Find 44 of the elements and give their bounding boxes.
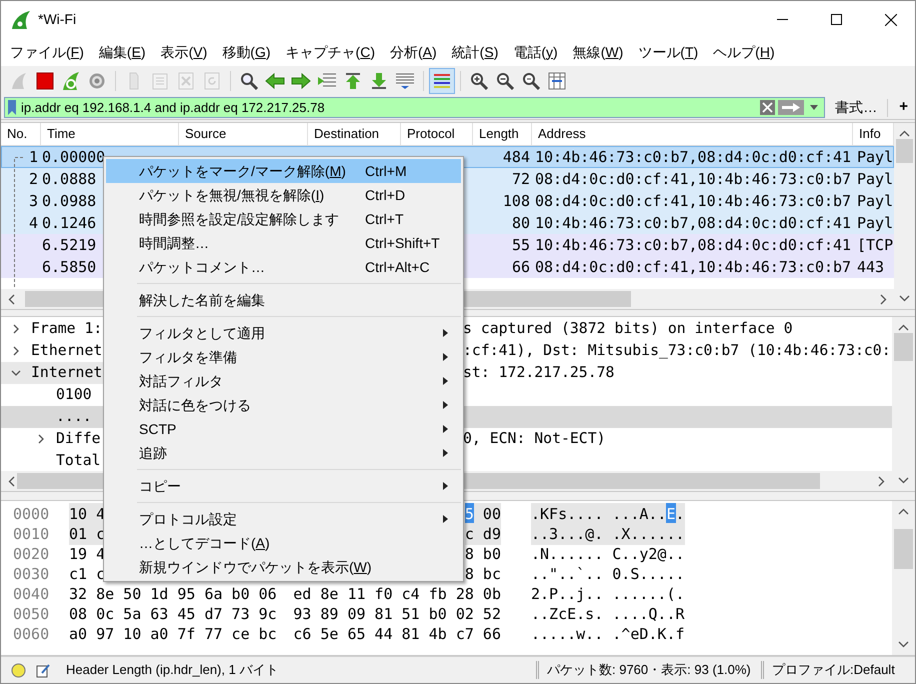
- packet-time: 6.5850: [42, 258, 96, 276]
- byte-offset: 0040: [13, 584, 50, 605]
- byte-offset: 0000: [13, 504, 50, 525]
- byte-offset: 0010: [13, 524, 50, 545]
- packet-time: 0.1246: [42, 214, 96, 232]
- status-field-info: Header Length (ip.hdr_len), 1 バイト: [66, 661, 280, 680]
- status-profile: プロファイル:Default: [772, 661, 895, 680]
- packet-info: Payl: [857, 170, 894, 188]
- packet-info: [TCP: [857, 236, 894, 254]
- status-packet-count: パケット数: 9760・表示: 93 (1.0%): [547, 661, 752, 680]
- packet-time: 0.00000: [42, 148, 106, 166]
- packet-address: 08:d4:0c:d0:cf:41,10:4b:46:73:c0:b7: [535, 192, 852, 210]
- packet-length: 80: [512, 212, 530, 234]
- packet-info: Payl: [857, 214, 894, 232]
- packet-address: 10:4b:46:73:c0:b7,08:d4:0c:d0:cf:41: [535, 236, 852, 254]
- packet-length: 72: [512, 168, 530, 190]
- byte-offset: 0060: [13, 624, 50, 645]
- packet-time: 0.0988: [42, 192, 96, 210]
- packet-number: 3: [28, 190, 38, 212]
- window-title: *Wi-Fi: [38, 10, 76, 29]
- detail-text: 0, ECN: Not-ECT): [463, 428, 607, 449]
- packet-number: 4: [28, 212, 38, 234]
- byte-offset: 0050: [13, 604, 50, 625]
- packet-length: 484: [502, 146, 530, 168]
- detail-text: :cf:41), Dst: Mitsubis_73:c0:b7 (10:4b:46:73:c0:: [463, 340, 892, 361]
- packet-address: 08:d4:0c:d0:cf:41,10:4b:46:73:c0:b7: [535, 258, 852, 276]
- packet-number: 2: [28, 168, 38, 190]
- packet-info: Payl: [857, 192, 894, 210]
- packet-time: 0.0888: [42, 170, 96, 188]
- filter-text: ip.addr eq 192.168.1.4 and ip.addr eq 172.217.25.78: [21, 98, 326, 117]
- packet-info: 443: [857, 258, 884, 276]
- packet-info: Payl: [857, 148, 894, 166]
- byte-offset: 0030: [13, 564, 50, 585]
- packet-address: 10:4b:46:73:c0:b7,08:d4:0c:d0:cf:41: [535, 214, 852, 232]
- packet-length: 108: [502, 190, 530, 212]
- byte-offset: 0020: [13, 544, 50, 565]
- packet-number: 1: [28, 146, 38, 168]
- packet-time: 6.5219: [42, 236, 96, 254]
- detail-text: s captured (3872 bits) on interface 0: [463, 318, 794, 339]
- packet-address: 10:4b:46:73:c0:b7,08:d4:0c:d0:cf:41: [535, 148, 852, 166]
- packet-address: 08:d4:0c:d0:cf:41,10:4b:46:73:c0:b7: [535, 170, 852, 188]
- packet-length: 66: [512, 256, 530, 278]
- packet-length: 55: [512, 234, 530, 256]
- detail-text: st: 172.217.25.78: [463, 362, 616, 383]
